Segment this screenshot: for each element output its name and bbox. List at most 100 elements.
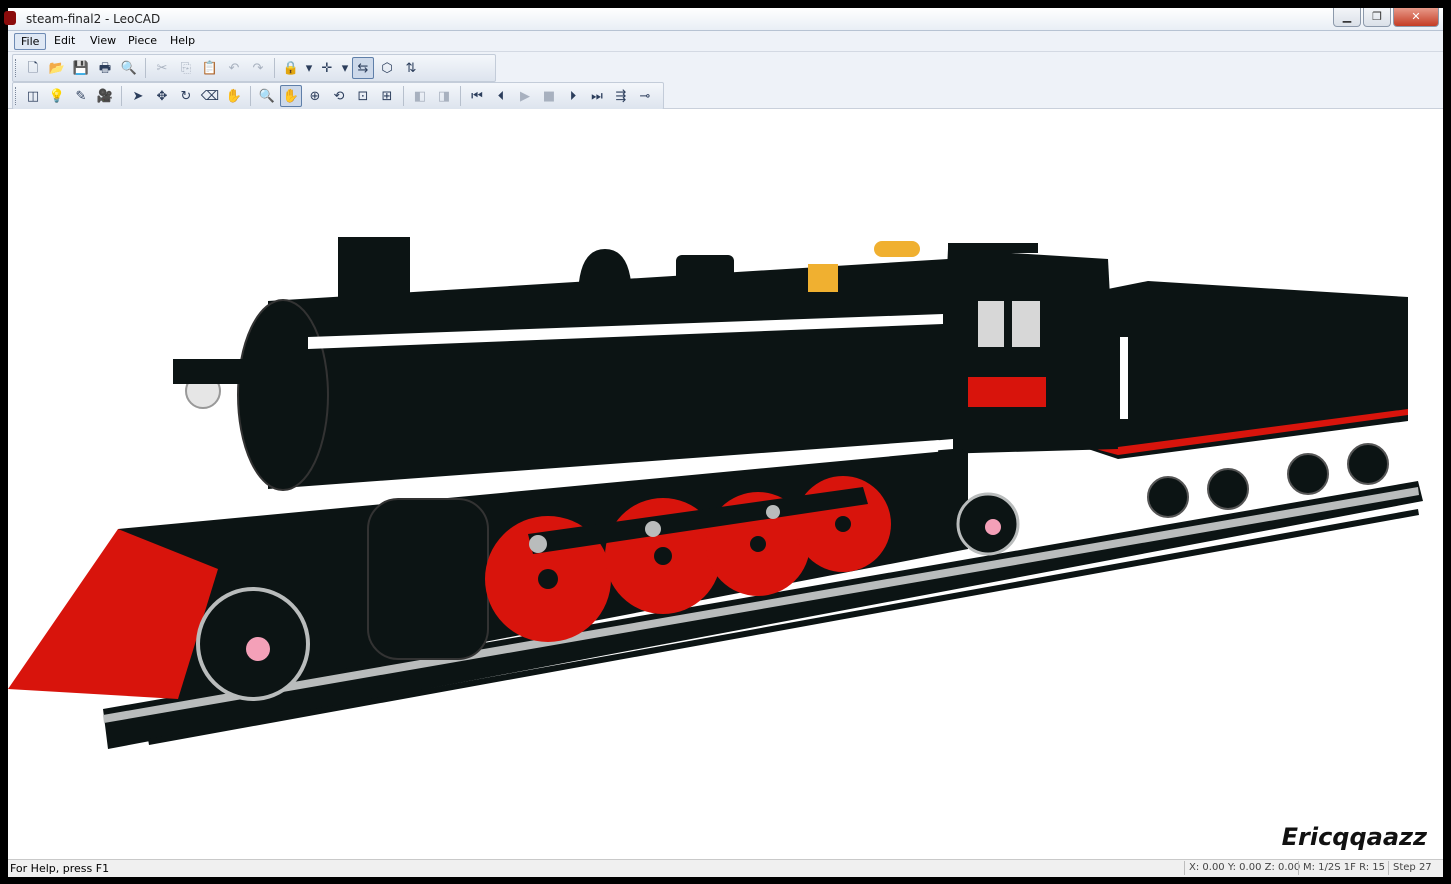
open-file-icon[interactable]: 📂 bbox=[46, 57, 68, 79]
status-bar: For Help, press F1 X: 0.00 Y: 0.00 Z: 0.… bbox=[8, 859, 1443, 877]
model-render bbox=[8, 237, 1423, 749]
select-icon[interactable]: ➤ bbox=[127, 85, 149, 107]
toolbar-separator bbox=[121, 86, 122, 106]
redo-icon[interactable]: ↷ bbox=[247, 57, 269, 79]
lock-dropdown-icon[interactable]: ▾ bbox=[340, 57, 350, 79]
angle-snap-icon[interactable]: ⬡ bbox=[376, 57, 398, 79]
undo-icon[interactable]: ↶ bbox=[223, 57, 245, 79]
tender-wheel bbox=[1347, 443, 1389, 485]
3d-viewport[interactable]: Ericqqaazz bbox=[8, 109, 1443, 859]
toolbar-area: 🗋 📂 💾 🖶 🔍 ✂ ⎘ 📋 ↶ ↷ 🔒 ▾ ✛ ▾ ⇆ ⬡ ⇅ ◫ 💡 ✎ bbox=[8, 52, 1443, 110]
eraser-icon[interactable]: ⌫ bbox=[199, 85, 221, 107]
toolbar-separator bbox=[460, 86, 461, 106]
cab-window bbox=[978, 301, 1004, 347]
tools-toolbar: ◫ 💡 ✎ 🎥 ➤ ✥ ↻ ⌫ ✋ 🔍 ✋ ⊕ ⟲ ⊡ ⊞ ◧ ◨ ⏮ ⏴ ▶ … bbox=[12, 82, 664, 110]
standard-toolbar: 🗋 📂 💾 🖶 🔍 ✂ ⎘ 📋 ↶ ↷ 🔒 ▾ ✛ ▾ ⇆ ⬡ ⇅ bbox=[12, 54, 496, 82]
menu-view[interactable]: View bbox=[84, 33, 122, 48]
headlight-bracket bbox=[173, 359, 253, 384]
trailing-wheel-hub bbox=[985, 519, 1001, 535]
rotate-view-icon[interactable]: ⊕ bbox=[304, 85, 326, 107]
whistle bbox=[808, 264, 838, 292]
watermark: Ericqqaazz bbox=[1281, 823, 1427, 851]
copy-icon[interactable]: ⎘ bbox=[175, 57, 197, 79]
tender-wheel bbox=[1287, 453, 1329, 495]
crank-pin bbox=[766, 505, 780, 519]
insert-piece-icon[interactable]: ◫ bbox=[22, 85, 44, 107]
menu-edit[interactable]: Edit bbox=[48, 33, 81, 48]
lock-axis-icon[interactable]: ✛ bbox=[316, 57, 338, 79]
menu-help[interactable]: Help bbox=[164, 33, 201, 48]
save-icon[interactable]: 💾 bbox=[70, 57, 92, 79]
menu-file[interactable]: File bbox=[14, 33, 47, 50]
cab-roof bbox=[948, 243, 1038, 253]
toolbar-grip[interactable] bbox=[15, 59, 18, 77]
light-icon[interactable]: 💡 bbox=[46, 85, 68, 107]
new-file-icon[interactable]: 🗋 bbox=[22, 57, 44, 79]
previous-step-icon[interactable]: ⏴ bbox=[490, 85, 512, 107]
insert-step-icon[interactable]: ⇶ bbox=[610, 85, 632, 107]
previous-piece-icon[interactable]: ◧ bbox=[409, 85, 431, 107]
toolbar-separator bbox=[250, 86, 251, 106]
wheel-hub bbox=[654, 547, 672, 565]
pan-icon[interactable]: ✋ bbox=[280, 85, 302, 107]
next-step-icon[interactable]: ⏵ bbox=[562, 85, 584, 107]
pilot-wheel-hub bbox=[246, 637, 270, 661]
cylinder bbox=[367, 498, 489, 660]
key-icon[interactable]: ⊸ bbox=[634, 85, 656, 107]
first-step-icon[interactable]: ⏮ bbox=[466, 85, 488, 107]
snap-dropdown-icon[interactable]: ▾ bbox=[304, 57, 314, 79]
window-controls: ▁ ❐ ✕ bbox=[1331, 8, 1439, 27]
stop-icon[interactable]: ■ bbox=[538, 85, 560, 107]
cab-window bbox=[1012, 301, 1040, 347]
menu-piece[interactable]: Piece bbox=[122, 33, 163, 48]
toolbar-grip[interactable] bbox=[15, 87, 18, 105]
roll-icon[interactable]: ⟲ bbox=[328, 85, 350, 107]
window-title: steam-final2 - LeoCAD bbox=[26, 12, 161, 26]
toolbar-separator bbox=[403, 86, 404, 106]
bell bbox=[874, 241, 920, 257]
fit-icon[interactable]: ⇅ bbox=[400, 57, 422, 79]
toolbar-separator bbox=[145, 58, 146, 78]
status-help-text: For Help, press F1 bbox=[10, 862, 110, 875]
crank-pin bbox=[645, 521, 661, 537]
wheel-hub bbox=[750, 536, 766, 552]
minimize-button[interactable]: ▁ bbox=[1333, 8, 1361, 27]
tender-wheel bbox=[1147, 476, 1189, 518]
status-coordinates: X: 0.00 Y: 0.00 Z: 0.00 bbox=[1184, 861, 1304, 875]
smokebox-front bbox=[237, 299, 329, 491]
print-preview-icon[interactable]: 🔍 bbox=[118, 57, 140, 79]
title-bar: steam-final2 - LeoCAD ▁ ❐ ✕ bbox=[4, 8, 1443, 31]
camera-icon[interactable]: 🎥 bbox=[94, 85, 116, 107]
print-icon[interactable]: 🖶 bbox=[94, 57, 116, 79]
snap-icon[interactable]: 🔒 bbox=[280, 57, 302, 79]
relative-move-icon[interactable]: ⇆ bbox=[352, 57, 374, 79]
zoom-extents-icon[interactable]: ⊞ bbox=[376, 85, 398, 107]
next-piece-icon[interactable]: ◨ bbox=[433, 85, 455, 107]
cut-icon[interactable]: ✂ bbox=[151, 57, 173, 79]
close-button[interactable]: ✕ bbox=[1393, 8, 1439, 27]
zoom-icon[interactable]: 🔍 bbox=[256, 85, 278, 107]
wheel-hub bbox=[538, 569, 558, 589]
rotate-icon[interactable]: ↻ bbox=[175, 85, 197, 107]
tender-light bbox=[1120, 337, 1128, 419]
move-icon[interactable]: ✥ bbox=[151, 85, 173, 107]
smokestack bbox=[338, 237, 410, 297]
wheel-hub bbox=[835, 516, 851, 532]
app-icon[interactable] bbox=[4, 11, 16, 25]
status-step: Step 27 bbox=[1388, 861, 1436, 875]
crank-pin bbox=[529, 535, 547, 553]
paste-icon[interactable]: 📋 bbox=[199, 57, 221, 79]
status-snap: M: 1/2S 1F R: 15 bbox=[1298, 861, 1389, 875]
cab-red-plate bbox=[968, 377, 1046, 407]
maximize-button[interactable]: ❐ bbox=[1363, 8, 1391, 27]
tender-wheel bbox=[1207, 468, 1249, 510]
steam-dome bbox=[578, 249, 632, 299]
spotlight-icon[interactable]: ✎ bbox=[70, 85, 92, 107]
leocad-window: steam-final2 - LeoCAD ▁ ❐ ✕ File Edit Vi… bbox=[4, 8, 1443, 877]
play-icon[interactable]: ▶ bbox=[514, 85, 536, 107]
zoom-region-icon[interactable]: ⊡ bbox=[352, 85, 374, 107]
sand-dome bbox=[676, 255, 734, 297]
paint-icon[interactable]: ✋ bbox=[223, 85, 245, 107]
last-step-icon[interactable]: ⏭ bbox=[586, 85, 608, 107]
cab bbox=[938, 249, 1118, 454]
